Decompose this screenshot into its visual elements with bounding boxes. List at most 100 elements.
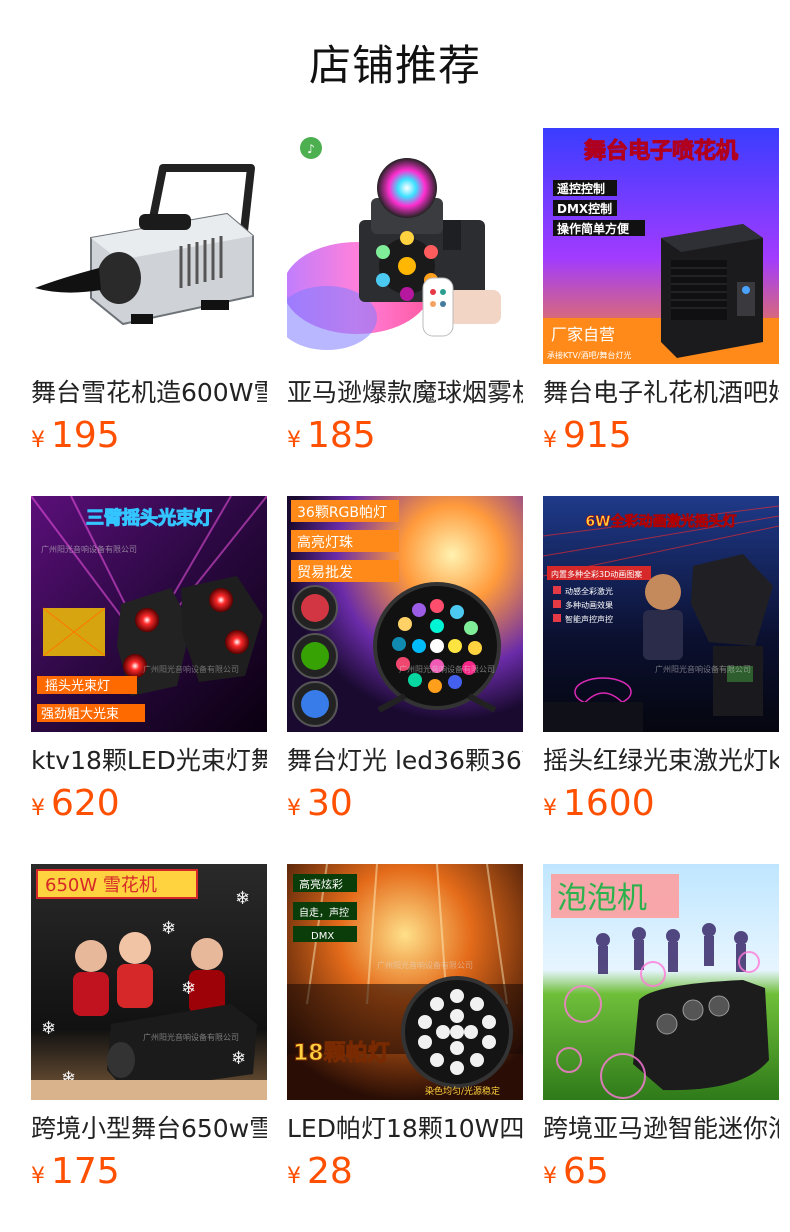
svg-text:自走，声控: 自走，声控: [299, 906, 349, 919]
svg-text:泡泡机: 泡泡机: [557, 881, 647, 916]
product-image[interactable]: 6W全彩动画激光摇头灯 内置多种全彩3D动画图案 动感全彩激光 多种动画效果 智…: [543, 496, 779, 732]
svg-text:动感全彩激光: 动感全彩激光: [565, 586, 613, 596]
svg-text:操作简单方便: 操作简单方便: [557, 221, 630, 236]
price-value: 175: [51, 1151, 120, 1192]
product-name[interactable]: 跨境亚马逊智能迷你泡泡机: [543, 1112, 779, 1146]
product-card[interactable]: ♪ 亚马逊爆款魔球烟雾机 ¥ 185: [287, 128, 523, 464]
product-card[interactable]: 泡泡机 跨境亚马逊智能迷你泡泡机: [543, 864, 779, 1200]
product-image[interactable]: 36颗RGB帕灯 高亮灯珠 贸易批发 广州阳光音响设备有限公司: [287, 496, 523, 732]
product-price: ¥620: [31, 782, 267, 826]
product-name[interactable]: ktv18颗LED光束灯舞台灯: [31, 744, 267, 778]
svg-text:染色均匀/光源稳定: 染色均匀/光源稳定: [425, 1085, 500, 1097]
svg-text:❄: ❄: [231, 1048, 246, 1069]
svg-text:高亮灯珠: 高亮灯珠: [297, 534, 353, 551]
svg-text:强劲粗大光束: 强劲粗大光束: [41, 707, 119, 722]
svg-text:遥控控制: 遥控控制: [557, 181, 605, 196]
product-price: ¥28: [287, 1150, 523, 1194]
price-value: 30: [307, 783, 353, 824]
product-name[interactable]: 舞台电子礼花机酒吧婚庆: [543, 376, 779, 410]
svg-text:智能声控声控: 智能声控声控: [565, 614, 613, 624]
svg-text:承接KTV/酒吧/舞台灯光: 承接KTV/酒吧/舞台灯光: [547, 350, 631, 360]
svg-text:6W全彩动画激光摇头灯: 6W全彩动画激光摇头灯: [585, 513, 736, 530]
svg-text:36颗RGB帕灯: 36颗RGB帕灯: [297, 505, 387, 521]
price-value: 185: [307, 415, 376, 456]
product-card[interactable]: 650W 雪花机 ❄ ❄ ❄ ❄ ❄ ❄ 广州阳光音响设备有限公司 跨境小型舞台650…: [31, 864, 267, 1200]
electronic-spark-machine-icon: 舞台电子喷花机 遥控控制 DMX控制 操作简单方便 厂家自营 承接KTV/酒吧/…: [543, 128, 779, 364]
svg-text:广州阳光音响设备有限公司: 广州阳光音响设备有限公司: [399, 664, 495, 674]
svg-text:❄: ❄: [181, 978, 196, 999]
currency-symbol: ¥: [543, 796, 557, 821]
product-image[interactable]: [31, 128, 267, 364]
currency-symbol: ¥: [543, 1164, 557, 1189]
product-image[interactable]: 舞台电子喷花机 遥控控制 DMX控制 操作简单方便 厂家自营 承接KTV/酒吧/…: [543, 128, 779, 364]
product-card[interactable]: 36颗RGB帕灯 高亮灯珠 贸易批发 广州阳光音响设备有限公司 舞台灯光 led…: [287, 496, 523, 832]
snow-machine-icon: [31, 128, 267, 364]
svg-text:❄: ❄: [41, 1018, 56, 1039]
product-image[interactable]: 高亮炫彩 自走，声控 DMX 18颗帕灯 染色均匀/光源稳定 广州阳光音响设备有…: [287, 864, 523, 1100]
rgb-par-light-icon: 36颗RGB帕灯 高亮灯珠 贸易批发 广州阳光音响设备有限公司: [287, 496, 523, 732]
product-price: ¥1600: [543, 782, 779, 826]
product-name[interactable]: LED帕灯18颗10W四合一: [287, 1112, 523, 1146]
svg-text:广州阳光音响设备有限公司: 广州阳光音响设备有限公司: [41, 544, 137, 554]
product-price: ¥185: [287, 414, 523, 458]
svg-text:18颗帕灯: 18颗帕灯: [293, 1040, 390, 1066]
currency-symbol: ¥: [31, 1164, 45, 1189]
price-value: 620: [51, 783, 120, 824]
product-name[interactable]: 舞台灯光 led36颗36W帕灯: [287, 744, 523, 778]
product-name[interactable]: 舞台雪花机造600W雪花机: [31, 376, 267, 410]
currency-symbol: ¥: [287, 1164, 301, 1189]
product-card[interactable]: 6W全彩动画激光摇头灯 内置多种全彩3D动画图案 动感全彩激光 多种动画效果 智…: [543, 496, 779, 832]
price-value: 915: [563, 415, 632, 456]
product-price: ¥195: [31, 414, 267, 458]
currency-symbol: ¥: [543, 428, 557, 453]
svg-text:厂家自营: 厂家自营: [551, 325, 615, 344]
svg-text:DMX: DMX: [311, 931, 334, 942]
product-name[interactable]: 摇头红绿光束激光灯ktv: [543, 744, 779, 778]
svg-text:贸易批发: 贸易批发: [297, 565, 353, 581]
svg-text:三臂摇头光束灯: 三臂摇头光束灯: [86, 507, 212, 529]
price-value: 195: [51, 415, 120, 456]
three-arm-moving-head-light-icon: 三臂摇头光束灯 广州阳光音响设备有限公司 摇头光束灯 强劲粗大光束 广州阳光音响…: [31, 496, 267, 732]
product-price: ¥65: [543, 1150, 779, 1194]
svg-text:内置多种全彩3D动画图案: 内置多种全彩3D动画图案: [551, 569, 642, 579]
svg-text:摇头光束灯: 摇头光束灯: [45, 679, 110, 694]
product-price: ¥175: [31, 1150, 267, 1194]
svg-text:❄: ❄: [161, 918, 176, 939]
price-value: 28: [307, 1151, 353, 1192]
svg-text:广州阳光音响设备有限公司: 广州阳光音响设备有限公司: [655, 664, 751, 674]
svg-text:广州阳光音响设备有限公司: 广州阳光音响设备有限公司: [143, 1032, 239, 1042]
currency-symbol: ¥: [287, 428, 301, 453]
18-led-par-light-icon: 高亮炫彩 自走，声控 DMX 18颗帕灯 染色均匀/光源稳定 广州阳光音响设备有…: [287, 864, 523, 1100]
product-card[interactable]: 舞台电子喷花机 遥控控制 DMX控制 操作简单方便 厂家自营 承接KTV/酒吧/…: [543, 128, 779, 464]
svg-text:♪: ♪: [307, 142, 315, 156]
product-card[interactable]: 三臂摇头光束灯 广州阳光音响设备有限公司 摇头光束灯 强劲粗大光束 广州阳光音响…: [31, 496, 267, 832]
product-card[interactable]: 舞台雪花机造600W雪花机 ¥195: [31, 128, 267, 464]
magic-ball-fog-machine-icon: ♪: [287, 128, 523, 364]
page-title: 店铺推荐: [308, 41, 481, 90]
svg-text:广州阳光音响设备有限公司: 广州阳光音响设备有限公司: [143, 664, 239, 674]
product-name[interactable]: 跨境小型舞台650w雪花机: [31, 1112, 267, 1146]
svg-text:高亮炫彩: 高亮炫彩: [299, 877, 343, 891]
product-image[interactable]: 三臂摇头光束灯 广州阳光音响设备有限公司 摇头光束灯 强劲粗大光束 广州阳光音响…: [31, 496, 267, 732]
bubble-machine-icon: 泡泡机: [543, 864, 779, 1100]
650w-snow-machine-icon: 650W 雪花机 ❄❄ ❄❄ ❄❄ 广州阳光音响设备有限公司: [31, 864, 267, 1100]
currency-symbol: ¥: [287, 796, 301, 821]
product-name[interactable]: 亚马逊爆款魔球烟雾机: [287, 376, 523, 410]
svg-text:舞台电子喷花机: 舞台电子喷花机: [584, 138, 738, 164]
product-grid: 舞台雪花机造600W雪花机 ¥195: [31, 128, 779, 1200]
price-value: 65: [563, 1151, 609, 1192]
svg-text:650W 雪花机: 650W 雪花机: [45, 875, 157, 896]
product-price: ¥30: [287, 782, 523, 826]
currency-symbol: ¥: [31, 796, 45, 821]
product-image[interactable]: ♪: [287, 128, 523, 364]
svg-text:广州阳光音响设备有限公司: 广州阳光音响设备有限公司: [377, 960, 473, 970]
product-image[interactable]: 650W 雪花机 ❄ ❄ ❄ ❄ ❄ ❄ 广州阳光音响设备有限公司: [31, 864, 267, 1100]
price-value: 1600: [563, 783, 655, 824]
svg-text:❄: ❄: [235, 888, 250, 909]
product-card[interactable]: 高亮炫彩 自走，声控 DMX 18颗帕灯 染色均匀/光源稳定 广州阳光音响设备有…: [287, 864, 523, 1200]
svg-text:DMX控制: DMX控制: [557, 201, 612, 216]
product-image[interactable]: 泡泡机: [543, 864, 779, 1100]
svg-text:多种动画效果: 多种动画效果: [565, 600, 613, 610]
currency-symbol: ¥: [31, 428, 45, 453]
laser-moving-head-icon: 6W全彩动画激光摇头灯 内置多种全彩3D动画图案 动感全彩激光 多种动画效果 智…: [543, 496, 779, 732]
